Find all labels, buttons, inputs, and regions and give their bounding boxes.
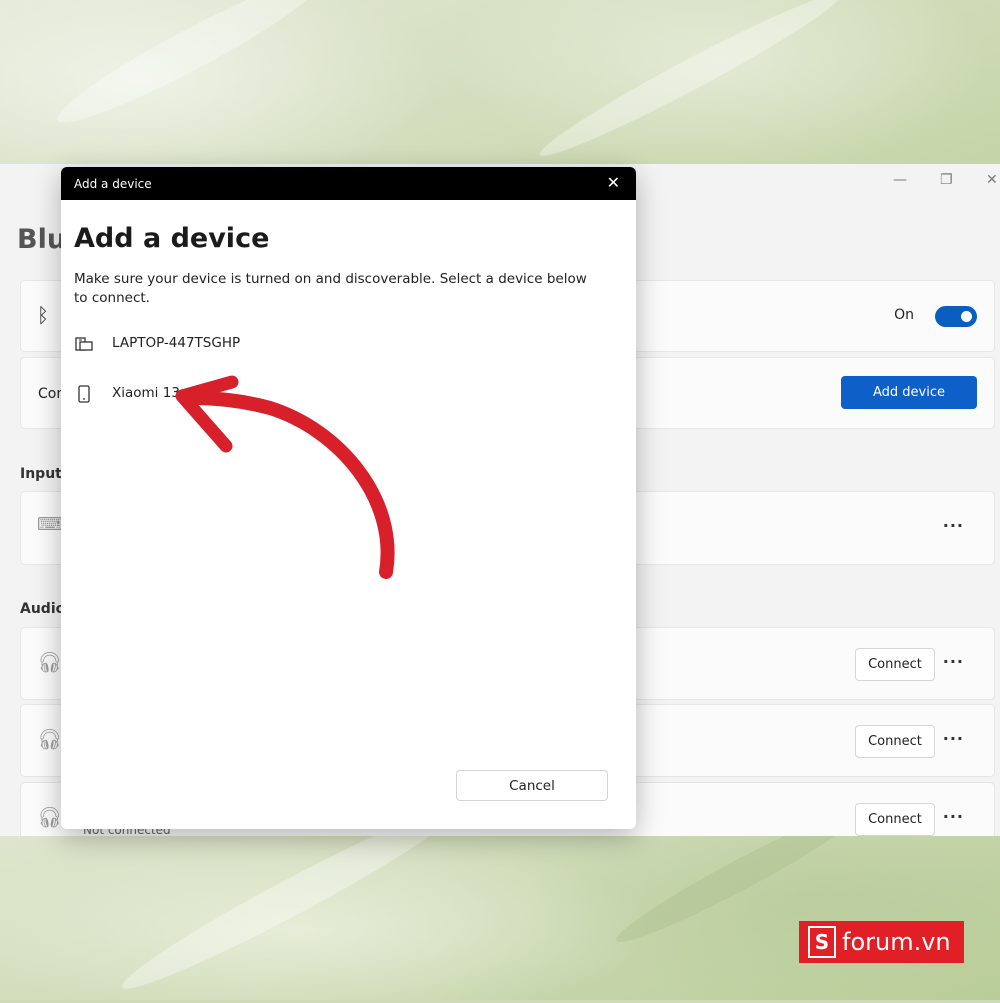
connect-button[interactable]: Connect xyxy=(855,725,935,758)
connect-button[interactable]: Connect xyxy=(855,803,935,836)
more-options-icon[interactable]: ··· xyxy=(943,729,964,748)
device-name: Xiaomi 13 xyxy=(112,385,180,401)
restore-icon[interactable]: ❐ xyxy=(940,172,953,188)
bluetooth-icon: ᛒ xyxy=(37,303,49,327)
dialog-titlebar: Add a device ✕ xyxy=(61,167,636,200)
more-options-icon[interactable]: ··· xyxy=(943,516,964,535)
add-device-button[interactable]: Add device xyxy=(841,376,977,409)
bluetooth-toggle[interactable] xyxy=(935,306,977,327)
close-icon[interactable]: ✕ xyxy=(607,173,620,192)
close-window-icon[interactable]: ✕ xyxy=(986,172,998,188)
section-audio-label: Audio xyxy=(20,601,66,617)
laptop-icon xyxy=(75,337,93,351)
device-list-item-laptop[interactable]: LAPTOP-447TSGHP xyxy=(71,327,611,361)
toggle-state-label: On xyxy=(894,307,914,323)
page-title: Blu xyxy=(17,224,67,255)
minimize-icon[interactable]: — xyxy=(893,172,907,188)
phone-icon xyxy=(78,385,90,403)
headphones-icon: 🎧︎ xyxy=(37,805,63,829)
dialog-heading: Add a device xyxy=(74,223,270,254)
connect-button[interactable]: Connect xyxy=(855,648,935,681)
sforum-logo: S forum.vn xyxy=(799,921,964,963)
toggle-knob xyxy=(961,311,972,322)
headphones-icon: 🎧︎ xyxy=(37,727,63,751)
wallpaper-brushstroke xyxy=(48,0,332,139)
section-input-label: Input xyxy=(20,466,62,482)
dialog-description: Make sure your device is turned on and d… xyxy=(74,271,587,306)
device-list-item-phone[interactable]: Xiaomi 13 xyxy=(71,377,611,411)
cancel-button[interactable]: Cancel xyxy=(456,770,608,801)
logo-mark: S xyxy=(808,926,836,958)
more-options-icon[interactable]: ··· xyxy=(943,652,964,671)
headphones-icon: 🎧︎ xyxy=(37,650,63,674)
keyboard-icon: ⌨ xyxy=(37,514,63,535)
dialog-titlebar-text: Add a device xyxy=(74,177,152,191)
device-name: LAPTOP-447TSGHP xyxy=(112,335,241,351)
logo-text: forum.vn xyxy=(842,928,951,956)
add-device-dialog: Add a device ✕ Add a device Make sure yo… xyxy=(61,167,636,829)
more-options-icon[interactable]: ··· xyxy=(943,807,964,826)
wallpaper-brushstroke xyxy=(532,0,848,169)
